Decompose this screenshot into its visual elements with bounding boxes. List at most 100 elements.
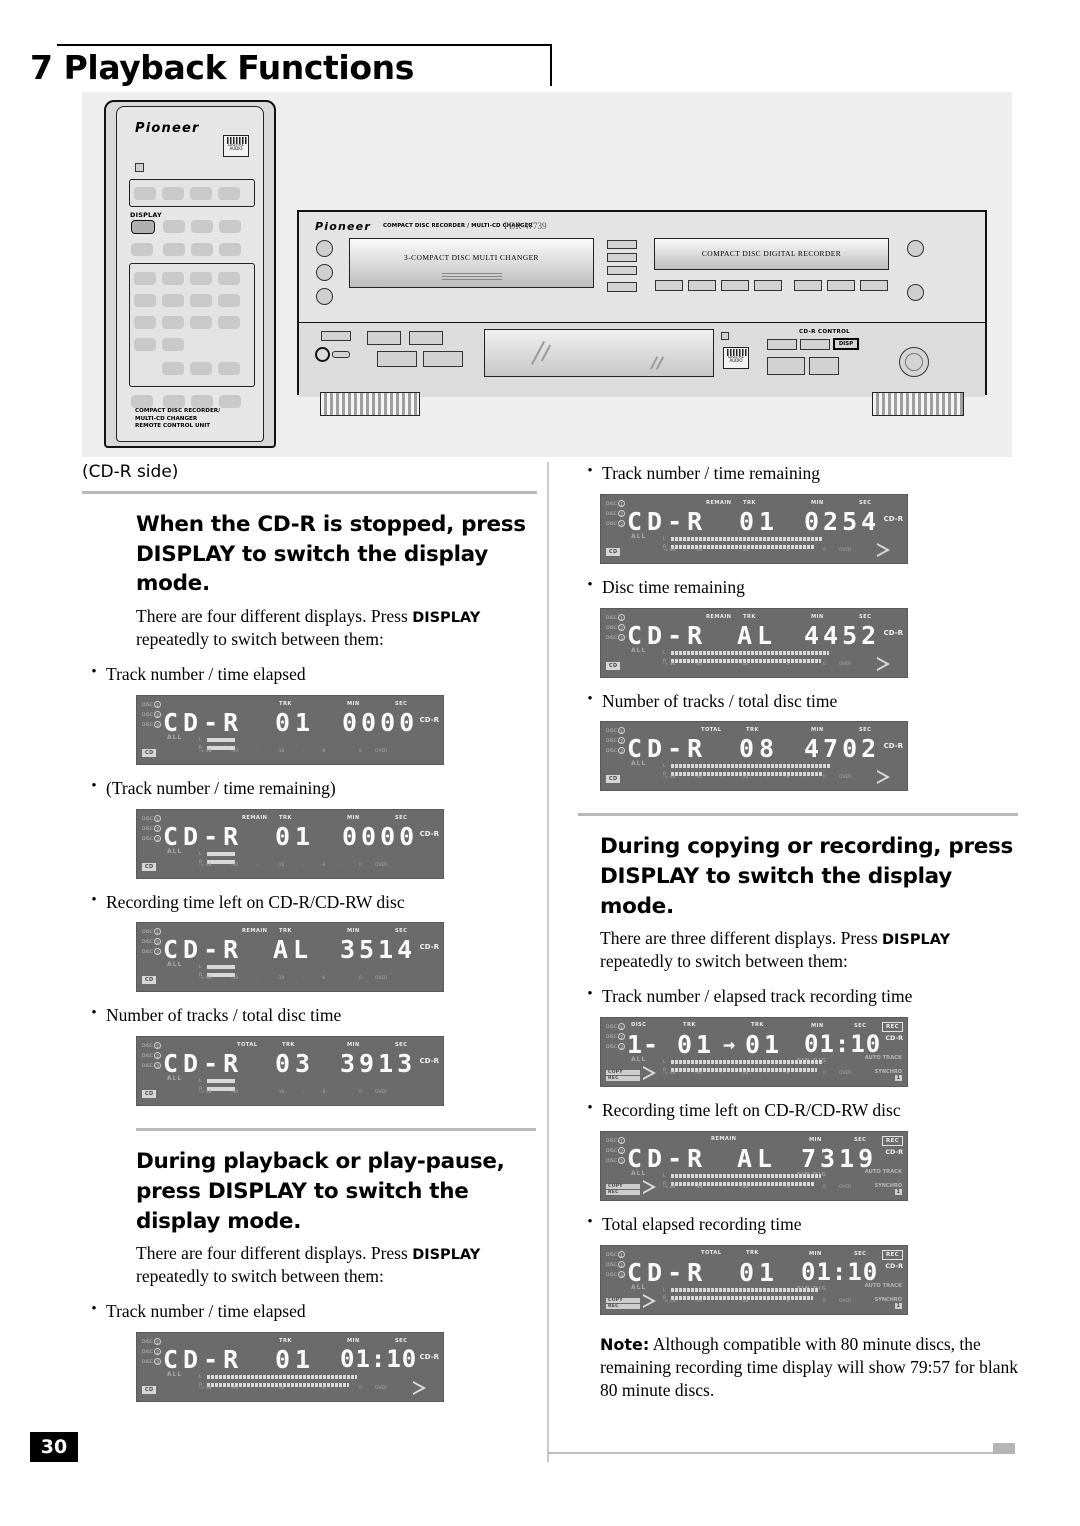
lcd-time-value: 0000 xyxy=(342,707,419,737)
deck-knob-1[interactable] xyxy=(316,240,333,257)
lcd-all-tag: ALL xyxy=(631,532,647,540)
meter-label-l: L xyxy=(199,851,202,857)
deck-slider[interactable] xyxy=(321,331,351,341)
synchro-indicator: SYNCHRO 1 xyxy=(875,1069,902,1082)
section-body-recording: There are three different displays. Pres… xyxy=(600,927,1018,973)
lcd-track-number: 08 xyxy=(739,734,780,764)
list-item-label: Track number / time remaining xyxy=(602,463,821,483)
deck-btn-a3[interactable] xyxy=(721,280,749,291)
lcd-side-indicator xyxy=(721,332,729,340)
arrow-icon: → xyxy=(723,1032,738,1057)
tag-sec: SEC xyxy=(395,928,408,935)
lcd-time-value: 0000 xyxy=(342,821,419,851)
deck-btn-a4[interactable] xyxy=(754,280,782,291)
meter-label-l: L xyxy=(663,1287,666,1293)
product-illustration: Pioneer DIGITAL AUDIO DISPLAY COMPACT DI… xyxy=(82,92,1012,457)
lcd-cdr-tag: CD-R xyxy=(883,514,903,523)
list-item: • Recording time left on CD-R/CD-RW disc xyxy=(82,891,537,914)
meter-label-l: L xyxy=(199,1079,202,1085)
body-pre-2: There are four different displays. Press xyxy=(136,1243,413,1264)
lcd-track-number: 01 xyxy=(739,506,780,536)
disc-row-1: DISC 1 xyxy=(142,700,162,711)
disc-indicator-group: DISC 1 DISC 2 DISC 3 xyxy=(142,1338,162,1368)
lcd-mode-text: CD-R xyxy=(163,935,244,965)
lcd-dest-track: 01 xyxy=(745,1030,784,1060)
tag-total: TOTAL xyxy=(701,1249,722,1256)
level-meter: L R -∞ dB -40 · -18 · -6 · 0 OVER xyxy=(663,536,852,553)
rec-label: REC xyxy=(606,1076,640,1082)
lcd-track-elapsed-playback: DISC 1 DISC 2 DISC 3 CD-R TRK 01 MIN SEC 01:1… xyxy=(136,1332,444,1403)
lcd-all-tag: ALL xyxy=(167,733,183,741)
section-body-stopped: There are four different displays. Press… xyxy=(136,605,537,651)
page-number: 30 xyxy=(30,1432,78,1462)
deck-btn-b3[interactable] xyxy=(377,351,417,367)
changer-tray[interactable]: 3-COMPACT DISC MULTI CHANGER xyxy=(349,238,594,288)
deck-btn-a2[interactable] xyxy=(688,280,716,291)
body-post-3: repeatedly to switch between them: xyxy=(600,951,848,972)
recorder-tray[interactable]: COMPACT DISC DIGITAL RECORDER xyxy=(654,238,889,270)
lcd-track-remaining-playback: DISC 1 DISC 2 DISC 3 CD-R REMAIN TRK 01 MIN S… xyxy=(600,493,908,564)
deck-button-stack-2[interactable] xyxy=(607,253,637,262)
tag-trk: TRK xyxy=(743,613,756,620)
disc-indicator-group: DISC 1 DISC 2 DISC 3 xyxy=(142,928,162,958)
lcd-mode-box: CD xyxy=(142,862,157,871)
jog-dial[interactable] xyxy=(899,347,929,377)
lcd-disc-time-remaining: DISC 1 DISC 2 DISC 3 CD-R REMAIN TRK AL MIN S… xyxy=(600,607,908,678)
deck-knob-5[interactable] xyxy=(907,284,924,301)
cdr-ctl-btn-3[interactable] xyxy=(767,357,805,375)
cdr-ctl-btn-4[interactable] xyxy=(809,357,839,375)
cdr-ctl-btn-2[interactable] xyxy=(800,339,830,350)
tag-remain: REMAIN xyxy=(242,928,268,935)
disc-indicator-group: DISC 1 DISC 2 DISC 3 xyxy=(606,1023,626,1053)
level-meter: L R -∞ dB -40 · -18 · -6 · 0 OVER xyxy=(199,737,388,754)
remote-keypad-group xyxy=(129,263,255,387)
deck-btn-a7[interactable] xyxy=(860,280,888,291)
tag-trk: TRK xyxy=(279,928,292,935)
tag-min: MIN xyxy=(811,613,824,620)
power-bar xyxy=(332,351,350,358)
deck-btn-b2[interactable] xyxy=(409,331,443,345)
disp-button[interactable]: DISP xyxy=(833,338,859,350)
deck-button-stack-1[interactable] xyxy=(607,240,637,249)
level-meter: L R -∞ dB -40 · -18 · -6 · 0 OVER xyxy=(663,1287,852,1304)
cdr-side-label: (CD-R side) xyxy=(82,462,179,482)
tag-min: MIN xyxy=(347,700,360,707)
deck-knob-3[interactable] xyxy=(316,288,333,305)
deck-knob-4[interactable] xyxy=(907,240,924,257)
deck-btn-b4[interactable] xyxy=(423,351,463,367)
tag-min: MIN xyxy=(811,499,824,506)
deck-button-stack-4[interactable] xyxy=(607,282,637,292)
power-button[interactable] xyxy=(315,347,330,362)
lcd-cdr-tag: CD-R xyxy=(419,715,439,724)
tag-min: MIN xyxy=(347,928,360,935)
bullet-icon: • xyxy=(91,1301,97,1318)
deck-button-stack-3[interactable] xyxy=(607,266,637,275)
deck-btn-b1[interactable] xyxy=(367,331,401,345)
lcd-mode-text: CD-R xyxy=(163,821,244,851)
cdr-ctl-btn-1[interactable] xyxy=(767,339,797,350)
lcd-mode-text: CD-R xyxy=(163,707,244,737)
meter-label-l: L xyxy=(663,536,666,542)
header-rule-vertical xyxy=(550,44,552,86)
deck-btn-a1[interactable] xyxy=(655,280,683,291)
lcd-all-tag: ALL xyxy=(631,1056,647,1064)
deck-btn-a6[interactable] xyxy=(827,280,855,291)
lcd-cdr-tag: CD-R xyxy=(419,943,439,952)
deck-knob-2[interactable] xyxy=(316,264,333,281)
bullet-icon: • xyxy=(91,777,97,794)
footer-rule xyxy=(548,1452,998,1454)
level-meter: L R -∞ dB -40 · -18 · -6 · 0 OVER xyxy=(663,650,852,667)
list-item-label: Total elapsed recording time xyxy=(602,1213,802,1234)
lcd-time-value: 01:10 xyxy=(804,1030,882,1059)
lcd-time-value: 3913 xyxy=(340,1049,417,1079)
display-button[interactable] xyxy=(131,220,155,234)
lcd-mode-box: CD xyxy=(142,1090,157,1099)
lcd-mode-text: CD-R xyxy=(627,620,708,650)
deck-btn-a5[interactable] xyxy=(794,280,822,291)
page-title: 7 Playback Functions xyxy=(30,48,414,87)
deck-lower-panel: DIGITAL AUDIO CD-R CONTROL DISP xyxy=(299,322,985,397)
lcd-time-value: 3514 xyxy=(340,935,417,965)
body-pre-3: There are three different displays. Pres… xyxy=(600,928,882,949)
header-rule xyxy=(57,44,552,46)
tray-vent-lines xyxy=(441,273,502,280)
